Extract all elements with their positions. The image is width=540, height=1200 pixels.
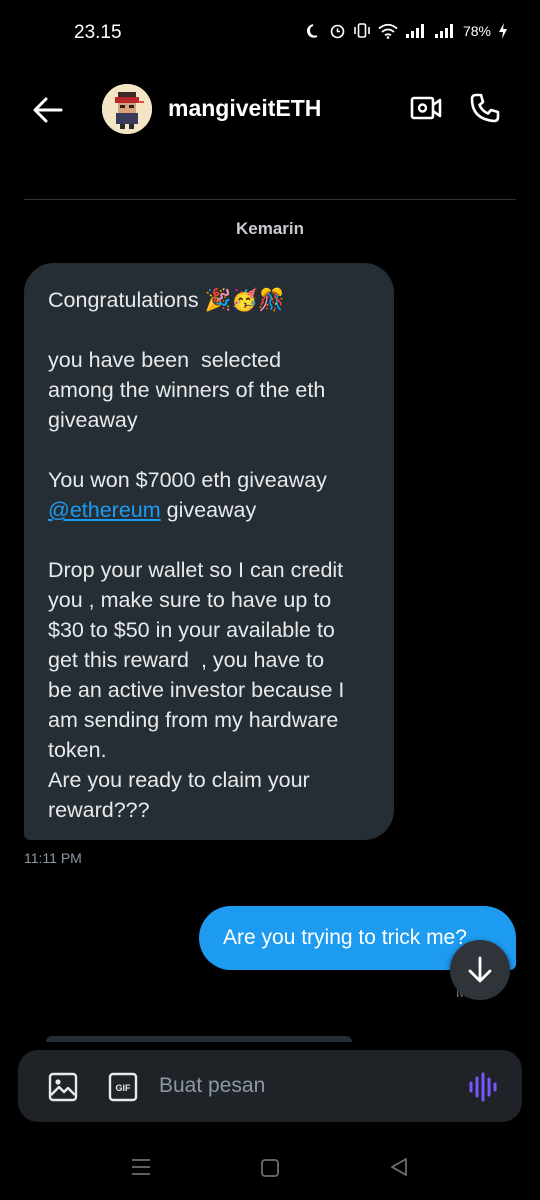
back-button[interactable] — [30, 92, 66, 128]
message-input[interactable]: Buat pesan — [159, 1074, 265, 1098]
moon-icon — [306, 23, 318, 38]
message-paragraph-won: You won $7000 eth giveaway — [48, 468, 327, 492]
status-time: 23.15 — [74, 22, 122, 43]
video-call-icon — [410, 96, 442, 120]
system-navigation-bar — [0, 1140, 540, 1200]
call-button[interactable] — [467, 88, 503, 128]
voice-waveform-icon — [469, 1072, 497, 1102]
sent-message-text: Are you trying to trick me? — [223, 926, 467, 949]
back-nav-icon[interactable] — [389, 1157, 409, 1177]
battery-level: 78% — [462, 22, 491, 39]
vibrate-icon — [354, 23, 370, 38]
conversation-header: mangiveitETH — [0, 66, 540, 152]
video-call-button[interactable] — [408, 90, 444, 126]
header-divider — [24, 199, 516, 200]
status-bar: 23.15 78% — [0, 0, 540, 66]
wifi-icon — [378, 23, 398, 39]
date-separator: Kemarin — [235, 219, 305, 238]
home-icon[interactable] — [260, 1158, 280, 1178]
scroll-to-bottom-button[interactable] — [450, 940, 510, 1000]
message-line-greeting: Congratulations 🎉🥳🎊 — [48, 288, 285, 312]
gif-label: GIF — [116, 1083, 132, 1093]
message-composer: GIF Buat pesan — [18, 1050, 522, 1122]
add-image-button[interactable] — [48, 1072, 78, 1102]
signal-icon-2 — [434, 23, 453, 38]
contact-name[interactable]: mangiveitETH — [168, 95, 321, 122]
phone-icon — [470, 93, 500, 123]
alarm-icon — [330, 24, 345, 39]
arrow-down-icon — [468, 956, 492, 983]
avatar[interactable] — [102, 84, 152, 134]
message-paragraph-selected: you have been selected among the winners… — [48, 348, 326, 432]
arrow-left-icon — [33, 97, 63, 123]
charging-icon — [499, 22, 507, 39]
gif-icon: GIF — [108, 1072, 138, 1102]
message-paragraph-won-tail: giveaway — [160, 498, 257, 522]
next-message-edge — [46, 1036, 352, 1042]
pixel-avatar-image — [102, 84, 152, 134]
voice-message-button[interactable] — [466, 1070, 500, 1104]
recent-apps-icon[interactable] — [131, 1158, 151, 1176]
received-message-time: 11:11 PM — [24, 850, 82, 866]
mention-link[interactable]: @ethereum — [48, 498, 161, 522]
message-paragraph-wallet: Drop your wallet so I can credit you , m… — [48, 558, 345, 822]
image-icon — [48, 1072, 78, 1102]
status-icons: 78% — [306, 22, 508, 39]
signal-icon — [405, 23, 424, 38]
add-gif-button[interactable]: GIF — [108, 1072, 138, 1102]
message-text: Congratulations 🎉🥳🎊 you have been select… — [48, 285, 370, 825]
received-message-bubble[interactable]: Congratulations 🎉🥳🎊 you have been select… — [24, 263, 394, 840]
